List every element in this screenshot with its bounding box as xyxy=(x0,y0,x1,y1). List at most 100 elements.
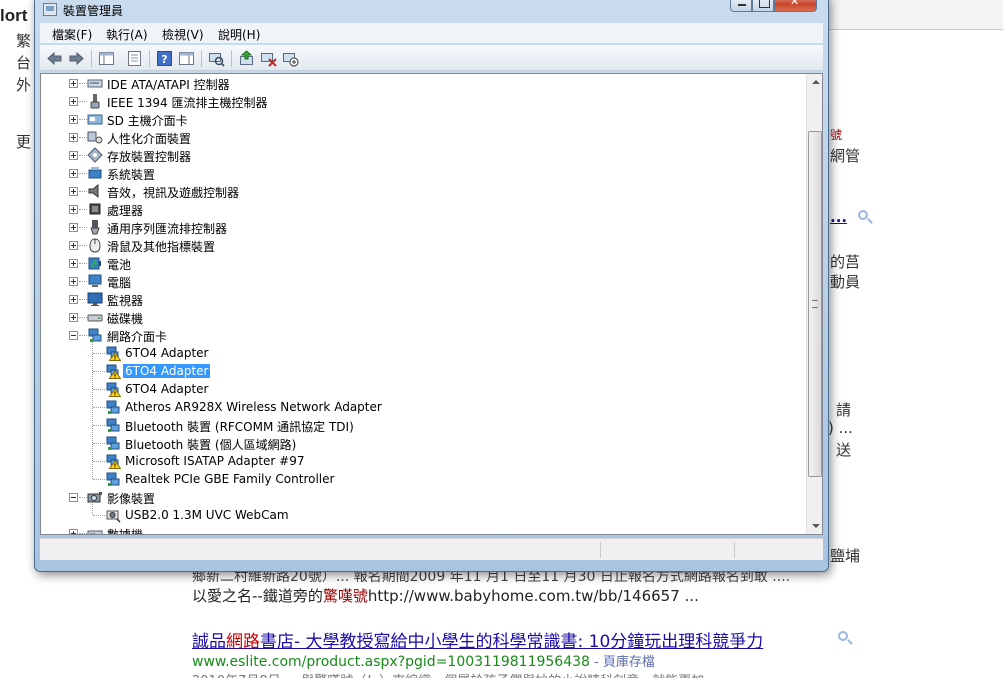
expand-toggle[interactable] xyxy=(69,241,78,250)
background-link-fragment[interactable]: ... xyxy=(830,208,847,226)
device-category-row[interactable]: 電腦 xyxy=(41,272,801,290)
device-category-label[interactable]: IEEE 1394 匯流排主機控制器 xyxy=(105,94,269,111)
device-label[interactable]: Microsoft ISATAP Adapter #97 xyxy=(123,454,306,468)
device-row[interactable]: Realtek PCIe GBE Family Controller xyxy=(41,470,801,488)
forward-arrow-icon[interactable] xyxy=(68,50,85,67)
device-category-label[interactable]: 系統裝置 xyxy=(105,166,157,183)
device-category-row[interactable]: SD 主機介面卡 xyxy=(41,110,801,128)
back-arrow-icon[interactable] xyxy=(46,50,63,67)
minimize-button[interactable] xyxy=(730,0,752,12)
device-category-label[interactable]: 電池 xyxy=(105,256,133,273)
device-row[interactable]: Microsoft ISATAP Adapter #97 xyxy=(41,452,801,470)
device-category-label[interactable]: 數據機 xyxy=(105,526,145,534)
scroll-thumb[interactable] xyxy=(808,131,822,477)
cache-link[interactable]: - 頁庫存檔 xyxy=(590,655,655,670)
result-title-text[interactable]: 書店- 大學教授寫給中小學生的科學常識書: 10分鐘玩出理科競爭力 xyxy=(260,632,763,652)
result-title-text[interactable]: 誠品 xyxy=(192,632,226,652)
device-category-label[interactable]: IDE ATA/ATAPI 控制器 xyxy=(105,76,232,93)
device-row[interactable]: 6TO4 Adapter xyxy=(41,362,801,380)
device-category-row[interactable]: 處理器 xyxy=(41,200,801,218)
collapse-toggle[interactable] xyxy=(69,331,78,340)
menu-help[interactable]: 說明(H) xyxy=(218,26,260,43)
device-label[interactable]: Bluetooth 裝置 (RFCOMM 通訊協定 TDI) xyxy=(123,418,356,435)
device-category-label[interactable]: 磁碟機 xyxy=(105,310,145,327)
collapse-toggle[interactable] xyxy=(69,493,78,502)
title-bar[interactable]: 裝置管理員 xyxy=(35,0,828,19)
expand-toggle[interactable] xyxy=(69,133,78,142)
console-tree-icon[interactable] xyxy=(98,50,115,67)
device-category-row[interactable]: 電池 xyxy=(41,254,801,272)
expand-toggle[interactable] xyxy=(69,151,78,160)
device-category-label[interactable]: 監視器 xyxy=(105,292,145,309)
device-category-label[interactable]: 音效，視訊及遊戲控制器 xyxy=(105,184,241,201)
expand-toggle[interactable] xyxy=(69,79,78,88)
device-category-label[interactable]: 通用序列匯流排控制器 xyxy=(105,220,229,237)
disable-device-icon[interactable] xyxy=(282,50,299,67)
scan-hardware-icon[interactable] xyxy=(208,50,225,67)
device-label[interactable]: 6TO4 Adapter xyxy=(123,382,210,396)
device-category-label[interactable]: 網路介面卡 xyxy=(105,328,169,345)
device-row[interactable]: Atheros AR928X Wireless Network Adapter xyxy=(41,398,801,416)
expand-toggle[interactable] xyxy=(69,295,78,304)
device-label[interactable]: 6TO4 Adapter xyxy=(123,346,210,360)
device-row[interactable]: Bluetooth 裝置 (RFCOMM 通訊協定 TDI) xyxy=(41,416,801,434)
device-label[interactable]: Realtek PCIe GBE Family Controller xyxy=(123,472,336,486)
device-row[interactable]: USB2.0 1.3M UVC WebCam xyxy=(41,506,801,524)
action-pane-icon[interactable] xyxy=(178,50,195,67)
device-category-row[interactable]: 存放裝置控制器 xyxy=(41,146,801,164)
device-category-label[interactable]: SD 主機介面卡 xyxy=(105,112,190,129)
expand-toggle[interactable] xyxy=(69,223,78,232)
device-category-row[interactable]: 磁碟機 xyxy=(41,308,801,326)
device-category-row[interactable]: 數據機 xyxy=(41,524,801,534)
device-category-label[interactable]: 處理器 xyxy=(105,202,145,219)
expand-toggle[interactable] xyxy=(69,169,78,178)
properties-icon[interactable] xyxy=(126,50,143,67)
device-category-row[interactable]: 滑鼠及其他指標裝置 xyxy=(41,236,801,254)
device-row[interactable]: 6TO4 Adapter xyxy=(41,344,801,362)
magnifier-icon[interactable] xyxy=(838,631,848,641)
expand-toggle[interactable] xyxy=(69,115,78,124)
device-label[interactable]: USB2.0 1.3M UVC WebCam xyxy=(123,508,291,522)
close-button[interactable] xyxy=(774,0,817,12)
device-category-row[interactable]: 監視器 xyxy=(41,290,801,308)
device-category-label[interactable]: 電腦 xyxy=(105,274,133,291)
expand-toggle[interactable] xyxy=(69,277,78,286)
device-tree[interactable]: IDE ATA/ATAPI 控制器 IEEE 1394 匯流排主機控制器 SD 主機… xyxy=(40,73,823,535)
expand-toggle[interactable] xyxy=(69,529,78,534)
expand-toggle[interactable] xyxy=(69,259,78,268)
device-category-label[interactable]: 影像裝置 xyxy=(105,490,157,507)
device-category-label[interactable]: 存放裝置控制器 xyxy=(105,148,193,165)
device-category-row[interactable]: IEEE 1394 匯流排主機控制器 xyxy=(41,92,801,110)
device-category-row[interactable]: IDE ATA/ATAPI 控制器 xyxy=(41,74,801,92)
scroll-down-button[interactable] xyxy=(807,517,822,534)
device-row[interactable]: 6TO4 Adapter xyxy=(41,380,801,398)
device-category-row[interactable]: 通用序列匯流排控制器 xyxy=(41,218,801,236)
help-icon[interactable]: ? xyxy=(156,50,173,67)
device-category-row[interactable]: 網路介面卡 xyxy=(41,326,801,344)
menu-file[interactable]: 檔案(F) xyxy=(52,26,92,43)
expand-toggle[interactable] xyxy=(69,97,78,106)
search-result-title-link[interactable]: 誠品網路書店- 大學教授寫給中小學生的科學常識書: 10分鐘玩出理科競爭力 xyxy=(192,627,763,652)
expand-toggle[interactable] xyxy=(69,187,78,196)
device-category-row[interactable]: 影像裝置 xyxy=(41,488,801,506)
device-label[interactable]: Atheros AR928X Wireless Network Adapter xyxy=(123,400,384,414)
expand-toggle[interactable] xyxy=(69,313,78,322)
device-category-row[interactable]: 系統裝置 xyxy=(41,164,801,182)
vertical-scrollbar[interactable] xyxy=(806,74,822,534)
device-category-row[interactable]: 音效，視訊及遊戲控制器 xyxy=(41,182,801,200)
device-category-label[interactable]: 滑鼠及其他指標裝置 xyxy=(105,238,217,255)
device-category-label[interactable]: 人性化介面裝置 xyxy=(105,130,193,147)
scroll-up-button[interactable] xyxy=(807,74,822,91)
expand-toggle[interactable] xyxy=(69,205,78,214)
uninstall-device-icon[interactable] xyxy=(260,50,277,67)
maximize-button[interactable] xyxy=(752,0,774,12)
update-driver-icon[interactable] xyxy=(238,50,255,67)
device-row[interactable]: Bluetooth 裝置 (個人區域網路) xyxy=(41,434,801,452)
menu-view[interactable]: 檢視(V) xyxy=(162,26,204,43)
device-label[interactable]: 6TO4 Adapter xyxy=(123,364,211,378)
device-label[interactable]: Bluetooth 裝置 (個人區域網路) xyxy=(123,436,298,453)
result-title-highlight[interactable]: 網路 xyxy=(226,632,260,652)
device-category-row[interactable]: 人性化介面裝置 xyxy=(41,128,801,146)
menu-action[interactable]: 執行(A) xyxy=(106,26,148,43)
magnifier-icon[interactable] xyxy=(858,210,868,220)
